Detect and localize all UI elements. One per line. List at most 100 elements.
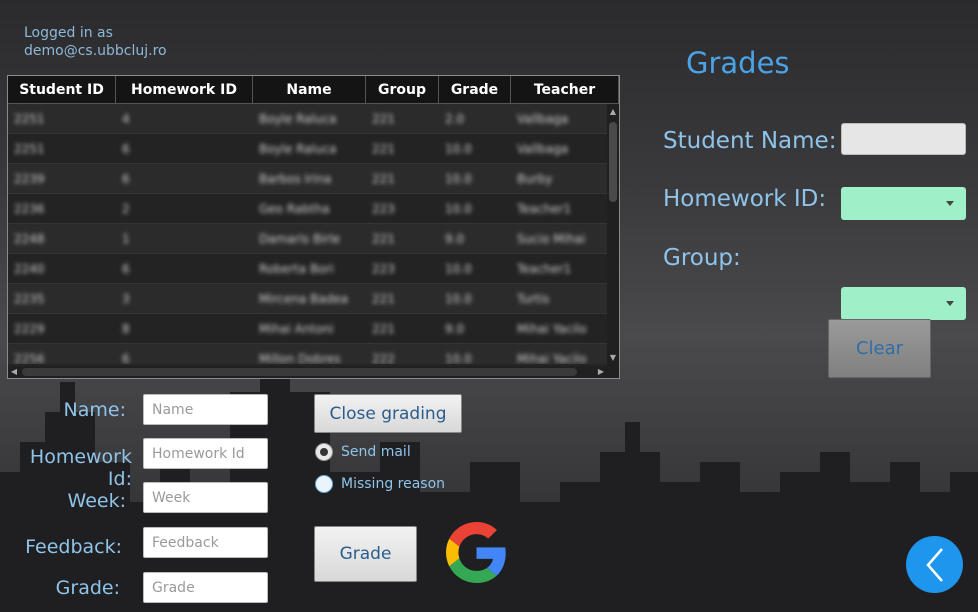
login-info: Logged in as demo@cs.ubbcluj.ro [24, 24, 167, 60]
table-cell: 6 [122, 351, 130, 365]
table-cell: Roberta Bori [259, 261, 334, 276]
table-cell: Geo Rabtha [259, 201, 330, 216]
grade-button[interactable]: Grade [314, 526, 417, 582]
chevron-down-icon[interactable] [946, 301, 954, 306]
table-row[interactable]: 2240 6 Roberta Bori 223 10.0 Teacher1 [8, 254, 619, 284]
back-button[interactable] [906, 536, 963, 593]
name-input[interactable] [143, 394, 268, 425]
send-mail-radio[interactable]: Send mail [315, 443, 411, 461]
radio-unselected-icon[interactable] [315, 475, 333, 493]
week-input[interactable] [143, 482, 268, 513]
table-cell: Sucio Mihai [517, 231, 586, 246]
student-name-field[interactable] [841, 123, 966, 155]
homework-id-combo[interactable] [841, 187, 966, 220]
clear-button[interactable]: Clear [828, 319, 931, 378]
table-body: 2251 4 Boyle Raluca 221 2.0 Vallbaga 2251 6 Boyl… [8, 104, 619, 364]
name-label: Name: [63, 399, 126, 421]
horizontal-scrollbar[interactable]: ◀ ▶ [8, 366, 607, 378]
horizontal-scrollbar-thumb[interactable] [22, 368, 577, 376]
page-title: Grades [686, 46, 790, 80]
close-grading-button[interactable]: Close grading [314, 394, 462, 433]
table-cell: Teacher1 [517, 261, 572, 276]
column-header-homework-id[interactable]: Homework ID [116, 76, 253, 104]
table-cell: 10.0 [445, 351, 472, 365]
scroll-down-icon[interactable]: ▼ [607, 352, 619, 364]
table-cell: 2235 [14, 291, 45, 306]
table-row[interactable]: 2256 6 Millon Dobres 222 10.0 Mihai Yacilo [8, 344, 619, 364]
table-cell: 2239 [14, 171, 45, 186]
table-cell: 2248 [14, 231, 45, 246]
table-cell: 10.0 [445, 201, 472, 216]
student-name-label: Student Name: [663, 128, 837, 154]
column-header-name[interactable]: Name [253, 76, 366, 104]
table-cell: 10.0 [445, 261, 472, 276]
google-logo-icon[interactable] [446, 522, 507, 583]
table-cell: 1 [122, 231, 130, 246]
grade-input[interactable] [143, 572, 268, 603]
radio-selected-icon[interactable] [315, 443, 333, 461]
table-cell: 221 [372, 291, 395, 306]
table-row[interactable]: 2229 8 Mihai Antoni 221 9.0 Mihai Yacilo [8, 314, 619, 344]
table-cell: 2229 [14, 321, 45, 336]
table-cell: 6 [122, 261, 130, 276]
table-cell: Mihai Yacilo [517, 351, 587, 365]
table-cell: Barbos Irina [259, 171, 332, 186]
send-mail-label: Send mail [341, 444, 411, 460]
table-cell: 2236 [14, 201, 45, 216]
table-row[interactable]: 2239 6 Barbos Irina 221 10.0 Burby [8, 164, 619, 194]
table-cell: 10.0 [445, 171, 472, 186]
login-caption: Logged in as [24, 25, 113, 41]
table-cell: 6 [122, 141, 130, 156]
table-cell: Mihai Antoni [259, 321, 334, 336]
week-label: Week: [67, 490, 126, 512]
scrollbar-thumb[interactable] [609, 122, 617, 202]
vertical-scrollbar[interactable]: ▲ ▼ [607, 104, 619, 378]
column-header-student-id[interactable]: Student ID [8, 76, 116, 104]
grades-table[interactable]: Student ID Homework ID Name Group Grade … [7, 75, 620, 379]
table-cell: 2256 [14, 351, 45, 365]
group-filter-label: Group: [663, 245, 741, 271]
table-cell: Damaris Birle [259, 231, 341, 246]
table-row[interactable]: 2251 4 Boyle Raluca 221 2.0 Vallbaga [8, 104, 619, 134]
table-cell: 6 [122, 171, 130, 186]
scroll-right-icon[interactable]: ▶ [595, 366, 607, 378]
table-cell: Turtis [517, 291, 550, 306]
homework-id-input[interactable] [143, 438, 268, 469]
grade-label: Grade: [55, 577, 120, 599]
table-cell: 4 [122, 111, 130, 126]
table-cell: 223 [372, 201, 395, 216]
table-cell: Boyle Raluca [259, 111, 337, 126]
table-cell: 3 [122, 291, 130, 306]
table-cell: 221 [372, 141, 395, 156]
table-row[interactable]: 2235 3 Mircena Badea 221 10.0 Turtis [8, 284, 619, 314]
table-cell: Mihai Yacilo [517, 321, 587, 336]
homework-id-label: Homework Id: [29, 446, 132, 490]
table-cell: Millon Dobres [259, 351, 341, 365]
chevron-down-icon[interactable] [946, 201, 954, 206]
table-row[interactable]: 2251 6 Boyle Raluca 221 10.0 Vallbaga [8, 134, 619, 164]
table-cell: Mircena Badea [259, 291, 349, 306]
column-header-grade[interactable]: Grade [439, 76, 511, 104]
table-cell: 221 [372, 321, 395, 336]
feedback-input[interactable] [143, 527, 268, 558]
table-cell: 10.0 [445, 291, 472, 306]
table-header: Student ID Homework ID Name Group Grade … [8, 76, 619, 104]
table-cell: 221 [372, 171, 395, 186]
table-cell: 221 [372, 111, 395, 126]
table-cell: 2251 [14, 141, 45, 156]
table-row[interactable]: 2236 2 Geo Rabtha 223 10.0 Teacher1 [8, 194, 619, 224]
scroll-left-icon[interactable]: ◀ [8, 366, 20, 378]
table-cell: Burby [517, 171, 553, 186]
column-header-teacher[interactable]: Teacher [511, 76, 619, 104]
table-cell: Boyle Raluca [259, 141, 337, 156]
group-combo[interactable] [841, 287, 966, 320]
missing-reason-radio[interactable]: Missing reason [315, 475, 445, 493]
table-cell: 221 [372, 231, 395, 246]
table-row[interactable]: 2248 1 Damaris Birle 221 9.0 Sucio Mihai [8, 224, 619, 254]
table-cell: 10.0 [445, 141, 472, 156]
table-cell: 2.0 [445, 111, 465, 126]
table-cell: 8 [122, 321, 130, 336]
login-email: demo@cs.ubbcluj.ro [24, 43, 167, 59]
column-header-group[interactable]: Group [366, 76, 439, 104]
scroll-up-icon[interactable]: ▲ [607, 106, 619, 118]
